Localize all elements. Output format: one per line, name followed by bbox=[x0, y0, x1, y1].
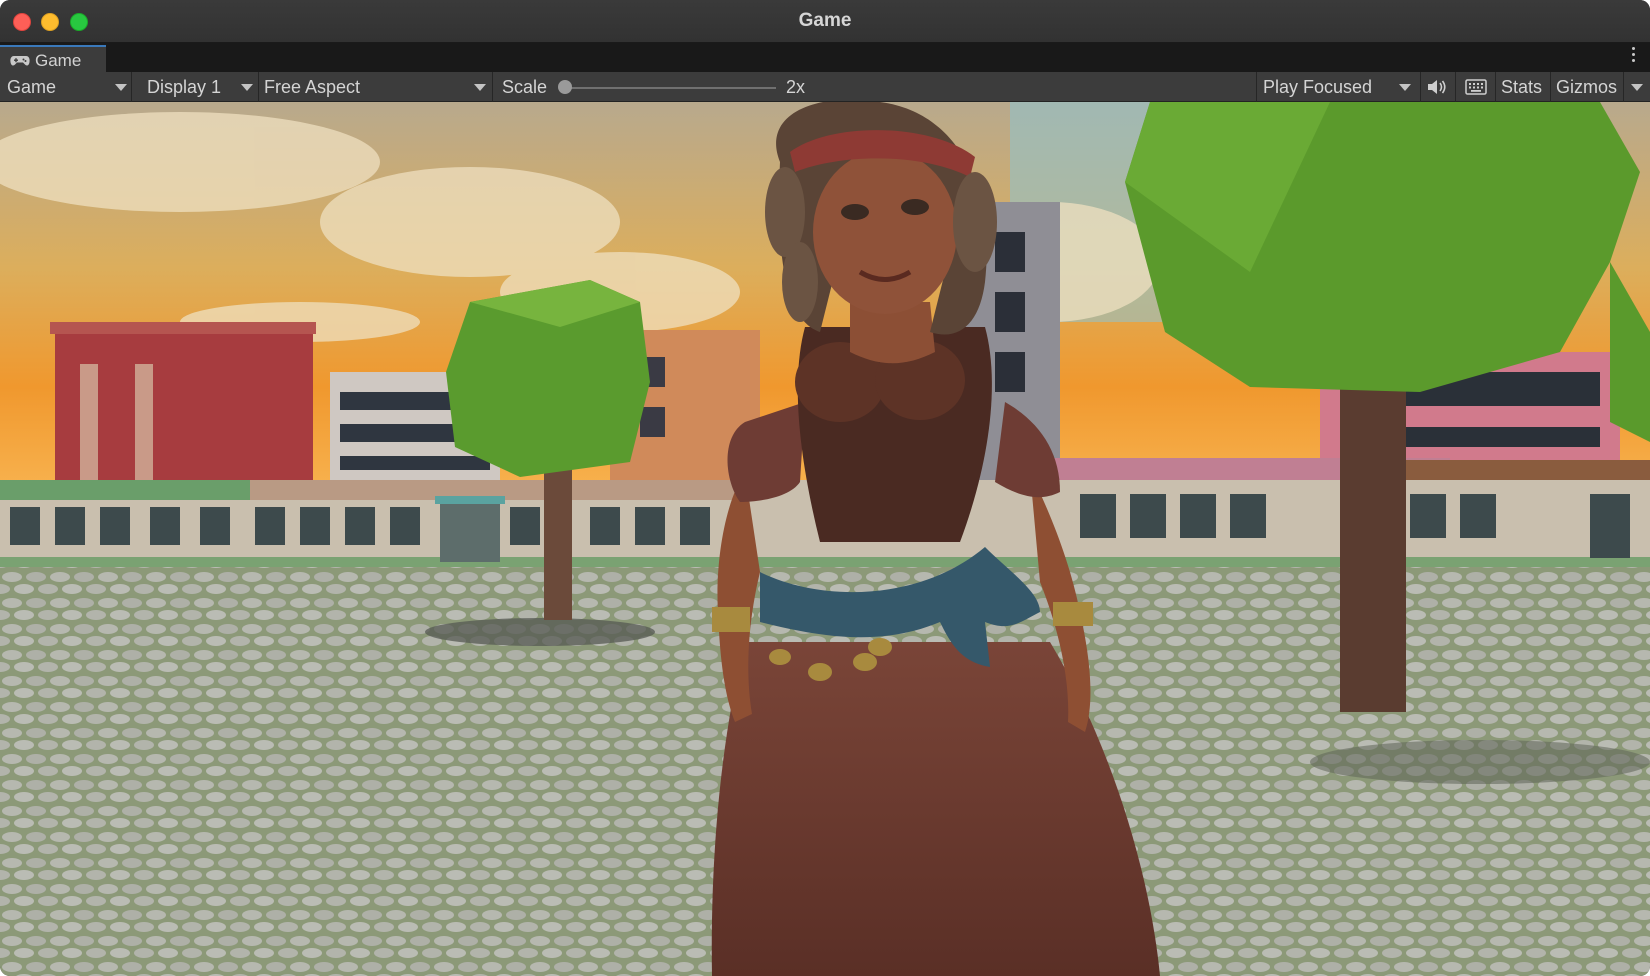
display-dropdown-label: Display 1 bbox=[147, 77, 222, 97]
toolbar-divider bbox=[1455, 72, 1456, 102]
play-mode-dropdown[interactable]: Play Focused bbox=[1263, 72, 1415, 102]
gizmos-button[interactable]: Gizmos bbox=[1556, 72, 1617, 102]
aspect-dropdown-label: Free Aspect bbox=[264, 77, 361, 97]
toolbar-divider bbox=[1550, 72, 1551, 102]
tab-game[interactable]: Game bbox=[0, 45, 106, 72]
more-options-icon[interactable] bbox=[1632, 47, 1636, 63]
chevron-down-icon bbox=[1399, 84, 1411, 91]
scale-slider-thumb[interactable] bbox=[558, 80, 572, 94]
title-bar: Game bbox=[0, 0, 1650, 43]
scale-slider-track[interactable] bbox=[566, 87, 776, 89]
scale-label: Scale bbox=[502, 77, 548, 97]
view-dropdown-label: Game bbox=[7, 77, 57, 97]
tab-game-label: Game bbox=[35, 51, 82, 70]
chevron-down-icon bbox=[474, 84, 486, 91]
keyboard-shortcuts-button[interactable] bbox=[1464, 72, 1488, 102]
display-dropdown[interactable]: Display 1 bbox=[147, 72, 255, 102]
game-scene-render bbox=[0, 102, 1650, 976]
gizmos-menu-button[interactable] bbox=[1626, 72, 1648, 102]
tab-strip: Game bbox=[0, 43, 1650, 72]
keyboard-icon bbox=[1465, 79, 1487, 95]
stats-button[interactable]: Stats bbox=[1501, 72, 1542, 102]
toolbar-divider bbox=[1256, 72, 1257, 102]
toolbar-divider bbox=[492, 72, 493, 102]
speaker-icon bbox=[1428, 80, 1446, 94]
toolbar-divider bbox=[1623, 72, 1624, 102]
view-dropdown[interactable]: Game bbox=[7, 72, 127, 102]
chevron-down-icon bbox=[115, 84, 127, 91]
mute-audio-button[interactable] bbox=[1426, 72, 1448, 102]
unity-game-window: Game Game Game Display 1 Free Aspect Sca… bbox=[0, 0, 1650, 976]
gamepad-icon bbox=[10, 54, 30, 72]
window-title: Game bbox=[798, 10, 852, 31]
toolbar-divider bbox=[258, 72, 259, 102]
toolbar-divider bbox=[131, 72, 132, 102]
game-viewport[interactable] bbox=[0, 102, 1650, 976]
game-toolbar: Game Display 1 Free Aspect Scale 2x Play… bbox=[0, 72, 1650, 102]
chevron-down-icon bbox=[241, 84, 253, 91]
play-mode-dropdown-label: Play Focused bbox=[1263, 77, 1373, 97]
chevron-down-icon bbox=[1631, 84, 1643, 91]
toolbar-divider bbox=[1495, 72, 1496, 102]
aspect-dropdown[interactable]: Free Aspect bbox=[264, 72, 488, 102]
toolbar-divider bbox=[1420, 72, 1421, 102]
scale-value: 2x bbox=[786, 77, 806, 97]
